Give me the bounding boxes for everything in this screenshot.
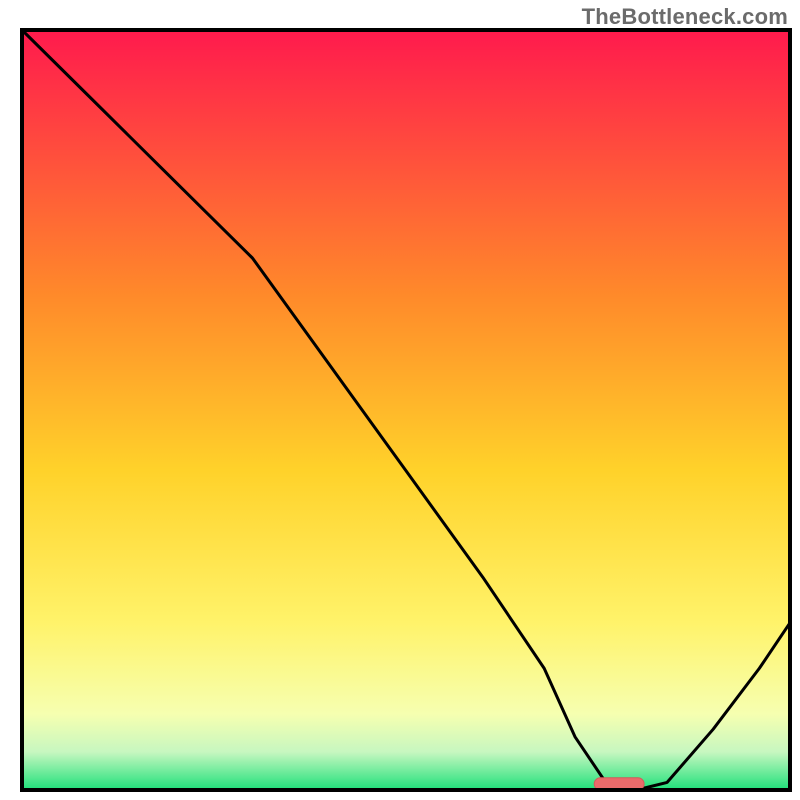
- chart-container: TheBottleneck.com: [0, 0, 800, 800]
- watermark-label: TheBottleneck.com: [582, 4, 788, 30]
- bottleneck-chart: [0, 0, 800, 800]
